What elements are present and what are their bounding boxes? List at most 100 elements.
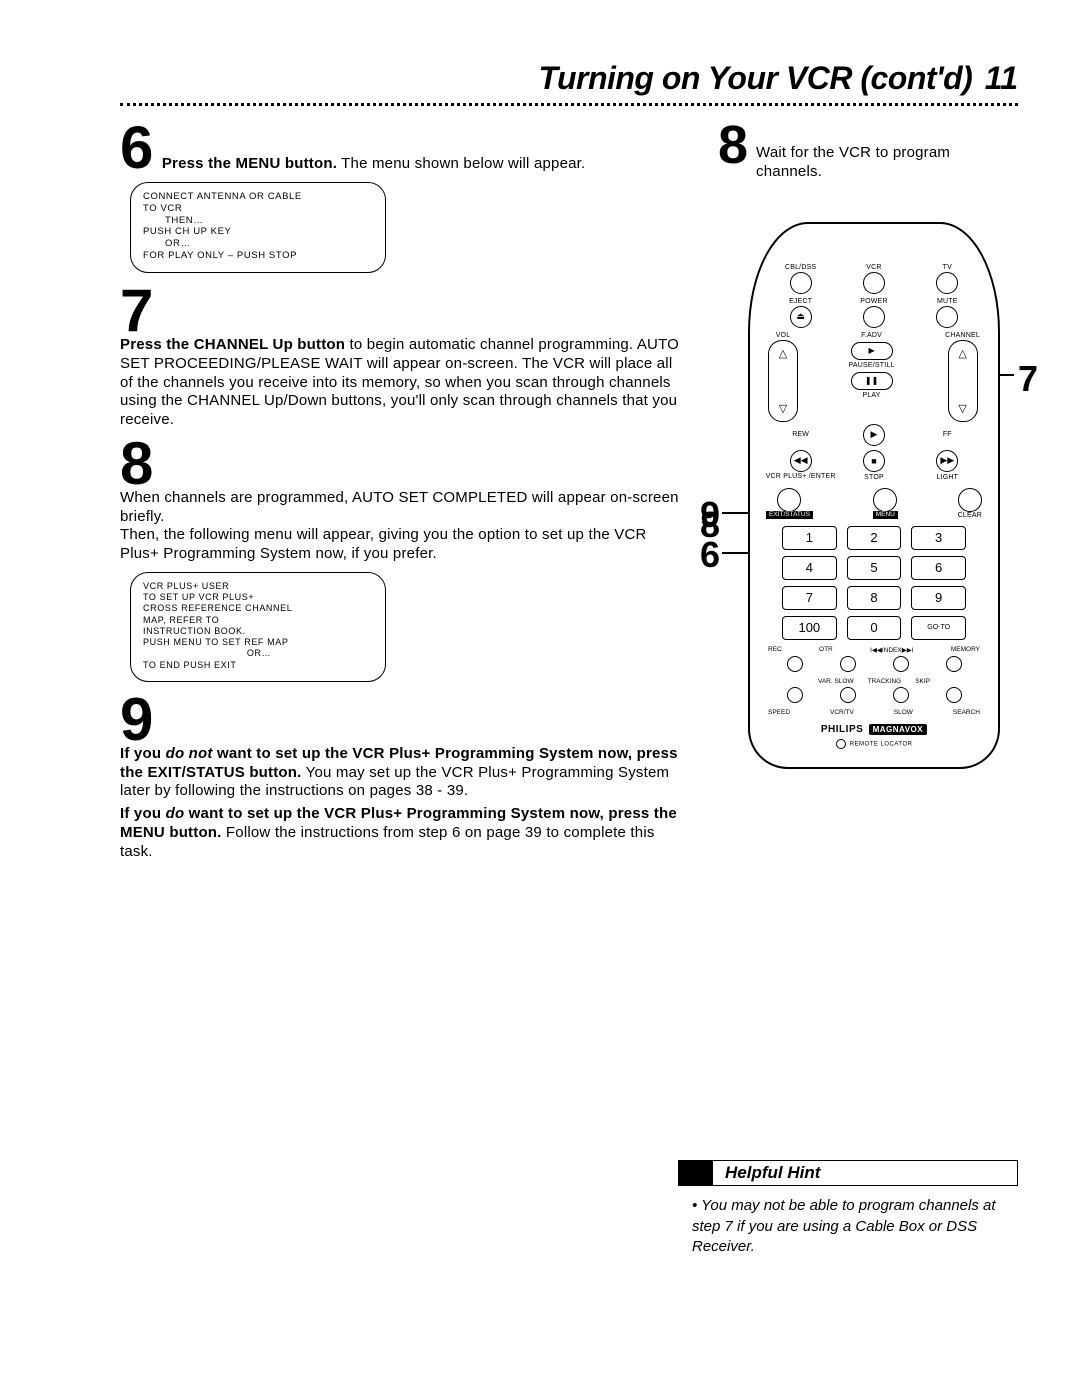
helpful-hint-box: Helpful Hint • You may not be able to pr… (678, 1160, 1018, 1257)
key-4[interactable]: 4 (782, 556, 837, 580)
osd1-line1: CONNECT ANTENNA OR CABLE (143, 191, 302, 202)
key-1[interactable]: 1 (782, 526, 837, 550)
page-number: 11 (985, 60, 1018, 96)
brand-philips: PHILIPS (821, 724, 863, 735)
remote-tiny-row2 (768, 687, 980, 703)
key-3[interactable]: 3 (911, 526, 966, 550)
step-9: 9 If you do not want to set up the VCR P… (120, 696, 682, 862)
callout-6: 6 (700, 534, 720, 576)
helpful-hint-body: • You may not be able to program channel… (678, 1186, 1018, 1257)
callout-9: 9 (700, 494, 720, 536)
key-7[interactable]: 7 (782, 586, 837, 610)
main-columns: 6 Press the MENU button. The menu shown … (120, 124, 1018, 869)
btn-pause[interactable]: ❚❚ (851, 372, 893, 390)
key-6[interactable]: 6 (911, 556, 966, 580)
label-rew: REW (792, 431, 809, 438)
btn-menu[interactable] (873, 488, 897, 512)
btn-stop[interactable]: ■ (863, 450, 885, 472)
remote-diagram: 7 8 9 6 CBL/DSS VCR TV (718, 222, 1018, 769)
remote-stop-row: VCR PLUS+ /ENTER STOP LIGHT (764, 474, 984, 482)
btn-cbldss[interactable] (790, 272, 812, 294)
btn-power[interactable] (863, 306, 885, 328)
osd-menu-box-1: CONNECT ANTENNA OR CABLE TO VCR THEN… PU… (130, 182, 386, 273)
osd2-l1: VCR PLUS+ USER (143, 581, 229, 591)
helpful-hint-titlebar: Helpful Hint (678, 1160, 1018, 1186)
osd1-line5: OR… (165, 238, 375, 250)
btn-eject[interactable]: ⏏ (790, 306, 812, 328)
btn-index-fwd[interactable] (893, 656, 909, 672)
step-8-number: 8 (120, 440, 153, 488)
label-index: I◀◀INDEX▶▶I (870, 646, 913, 654)
key-9[interactable]: 9 (911, 586, 966, 610)
vol-rocker[interactable]: △▽ (768, 340, 798, 422)
btn-index-back[interactable] (840, 656, 856, 672)
key-5[interactable]: 5 (847, 556, 902, 580)
btn-search[interactable] (946, 687, 962, 703)
btn-slow[interactable] (893, 687, 909, 703)
key-goto[interactable]: GO-TO (911, 616, 966, 640)
btn-vcrtv[interactable] (840, 687, 856, 703)
osd2-l6: PUSH MENU TO SET REF MAP (143, 637, 288, 647)
label-search: SEARCH (953, 709, 980, 716)
channel-rocker[interactable]: △▽ (948, 340, 978, 422)
s9-p2b: do (166, 805, 185, 822)
osd1-line4: PUSH CH UP KEY (143, 226, 231, 237)
label-clear: CLEAR (958, 512, 982, 519)
label-play: PLAY (862, 392, 880, 399)
btn-fadv[interactable]: ▶ (851, 342, 893, 360)
btn-vcr[interactable] (863, 272, 885, 294)
btn-tv[interactable] (936, 272, 958, 294)
label-tv: TV (943, 264, 952, 271)
label-mute: MUTE (937, 298, 958, 305)
osd2-l5: INSTRUCTION BOOK. (143, 626, 246, 636)
step-6-number: 6 (120, 124, 153, 172)
key-0[interactable]: 0 (847, 616, 902, 640)
label-vcrtv: VCR/TV (830, 709, 854, 716)
remote-center-stack: F.ADV ▶ PAUSE/STILL ❚❚ PLAY (849, 332, 895, 400)
step-8-p2: Then, the following menu will appear, gi… (120, 526, 682, 564)
remote-locator-text: REMOTE LOCATOR (850, 741, 913, 747)
remote-status-row: EXIT/STATUS MENU CLEAR (766, 488, 982, 520)
osd2-l3: CROSS REFERENCE CHANNEL (143, 603, 292, 613)
label-eject: EJECT (789, 298, 812, 305)
key-2[interactable]: 2 (847, 526, 902, 550)
label-vcrplus: VCR PLUS+ /ENTER (764, 474, 837, 480)
btn-exit-status[interactable] (777, 488, 801, 512)
remote-lower-row2: VAR. SLOW TRACKING SKIP (768, 678, 980, 685)
step-6: 6 Press the MENU button. The menu shown … (120, 124, 682, 273)
btn-ff[interactable]: ▶▶ (936, 450, 958, 472)
left-column: 6 Press the MENU button. The menu shown … (120, 124, 682, 869)
helpful-hint-title: Helpful Hint (713, 1163, 820, 1183)
label-pause: PAUSE/STILL (849, 362, 895, 369)
label-skip: SKIP (915, 678, 930, 685)
remote-lower-row1: REC OTR I◀◀INDEX▶▶I MEMORY (768, 646, 980, 654)
label-vcr: VCR (866, 264, 881, 271)
remote-transport-btns: ◀◀ ■ ▶▶ (764, 450, 984, 472)
step-7-number: 7 (120, 287, 153, 335)
osd2-l2: TO SET UP VCR PLUS+ (143, 592, 254, 602)
header-divider (120, 103, 1018, 106)
btn-clear[interactable] (958, 488, 982, 512)
step-7-text: Press the CHANNEL Up button to begin aut… (120, 336, 682, 430)
label-ff: FF (943, 431, 952, 438)
osd1-line2: TO VCR (143, 203, 182, 214)
label-stop: STOP (838, 474, 911, 481)
key-8[interactable]: 8 (847, 586, 902, 610)
label-light: LIGHT (911, 474, 984, 481)
remote-keypad: 1 2 3 4 5 6 7 8 9 100 0 GO-TO (782, 526, 966, 640)
key-100[interactable]: 100 (782, 616, 837, 640)
label-menu: MENU (873, 511, 898, 520)
hint-bullet: • (692, 1197, 697, 1214)
btn-speed[interactable] (787, 687, 803, 703)
btn-memory[interactable] (946, 656, 962, 672)
btn-play[interactable]: ▶ (863, 424, 885, 446)
s9-p2a: If you (120, 805, 166, 822)
label-speed: SPEED (768, 709, 790, 716)
btn-rew[interactable]: ◀◀ (790, 450, 812, 472)
osd1-line3: THEN… (165, 215, 375, 227)
btn-rec[interactable] (787, 656, 803, 672)
document-page: Turning on Your VCR (cont'd) 11 6 Press … (0, 0, 1080, 1397)
label-otr: OTR (819, 646, 833, 654)
step-9-p1: If you do not want to set up the VCR Plu… (120, 745, 682, 801)
btn-mute[interactable] (936, 306, 958, 328)
